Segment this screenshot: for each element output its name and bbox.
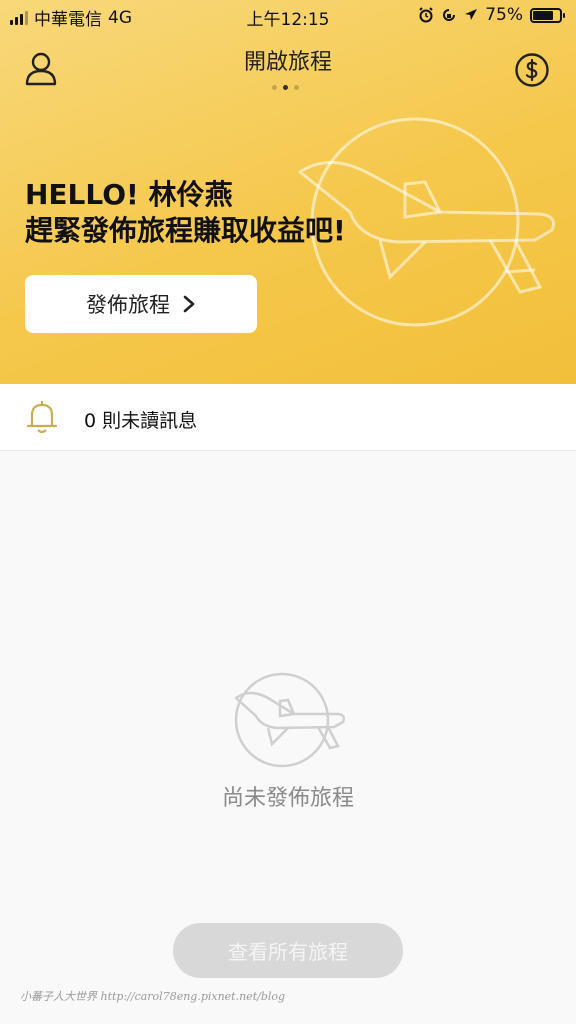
bell-icon: [26, 400, 58, 434]
page-indicator: [272, 85, 299, 90]
view-all-trips-label: 查看所有旅程: [228, 940, 348, 964]
alarm-icon: [419, 7, 433, 23]
publish-trip-button[interactable]: 發佈旅程: [25, 275, 257, 333]
location-icon: [465, 9, 478, 20]
status-bar: 中華電信 4G 上午12:15 75%: [0, 0, 576, 30]
hero-banner: 中華電信 4G 上午12:15 75% 開啟旅程 HELLO! 林伶燕 趕緊發佈…: [0, 0, 576, 384]
page-dot: [272, 85, 277, 90]
battery-percent: 75%: [485, 5, 523, 25]
publish-trip-label: 發佈旅程: [86, 293, 170, 317]
empty-state-message: 尚未發佈旅程: [221, 786, 354, 811]
earnings-dollar-icon[interactable]: [514, 52, 550, 88]
view-all-trips-button[interactable]: 查看所有旅程: [173, 923, 403, 978]
empty-trip-plane-icon: [234, 672, 346, 768]
chevron-right-icon: [183, 295, 195, 313]
battery-icon: [530, 7, 565, 23]
page-dot-active: [283, 85, 288, 90]
page-dot: [294, 85, 299, 90]
greeting-text: HELLO! 林伶燕 趕緊發佈旅程賺取收益吧!: [25, 177, 346, 249]
greeting-line-2: 趕緊發佈旅程賺取收益吧!: [25, 214, 346, 247]
page-title: 開啟旅程: [243, 50, 332, 75]
watermark: 小蕃子人大世界 http://carol78eng.pixnet.net/blo…: [20, 990, 286, 1003]
notification-bar[interactable]: 0 則未讀訊息: [0, 384, 576, 451]
rotation-lock-icon: [443, 9, 456, 21]
unread-messages-text: 0 則未讀訊息: [84, 410, 198, 432]
greeting-line-1: HELLO! 林伶燕: [25, 178, 233, 211]
